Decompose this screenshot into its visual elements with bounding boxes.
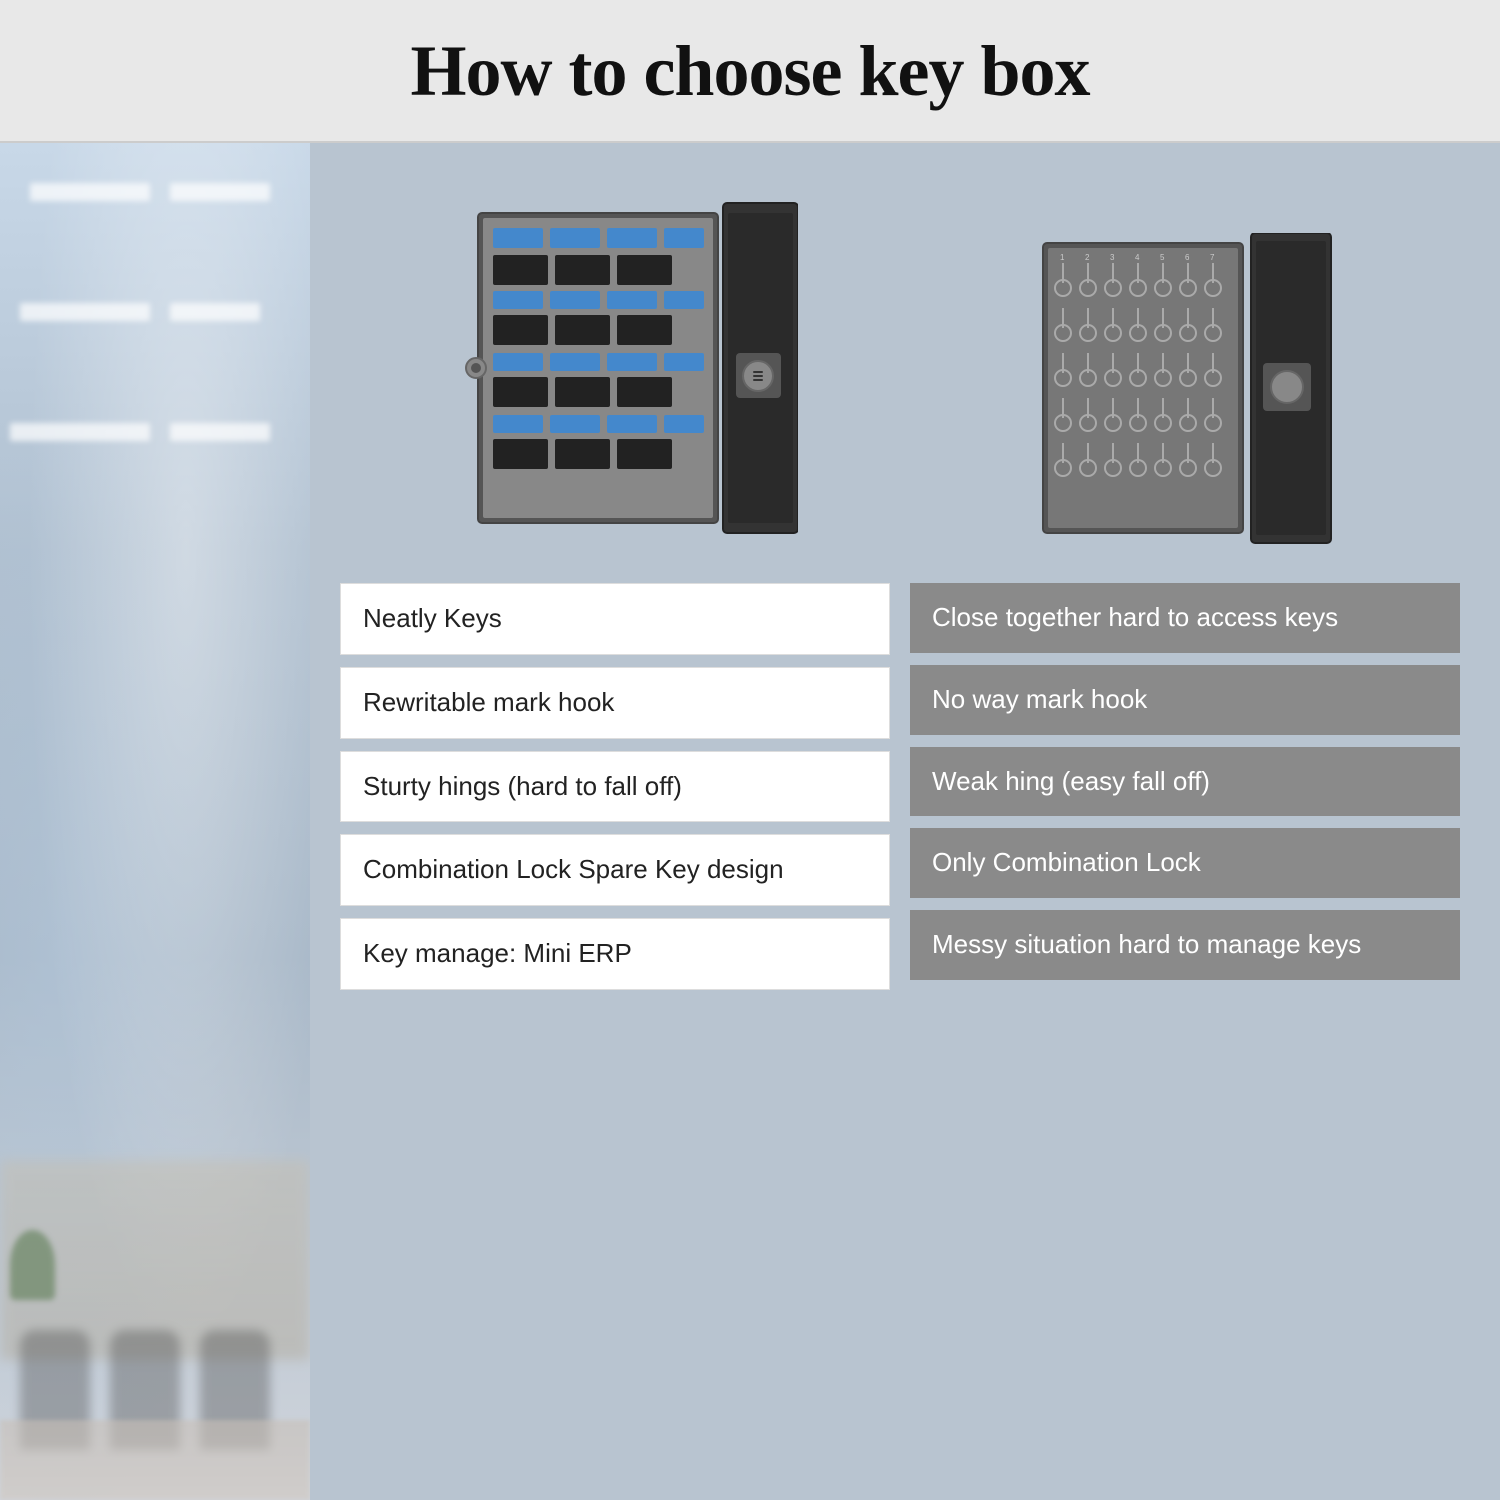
plant (10, 1230, 55, 1300)
page-title: How to choose key box (20, 30, 1480, 113)
bad-key-box-svg: 1 2 3 4 5 6 7 (1033, 233, 1343, 553)
ceiling-light-5 (10, 423, 150, 441)
bad-feature-2: No way mark hook (910, 665, 1460, 735)
bad-feature-5: Messy situation hard to manage keys (910, 910, 1460, 980)
good-feature-2: Rewritable mark hook (340, 667, 890, 739)
svg-text:3: 3 (1110, 253, 1115, 262)
page-wrapper: How to choose key box (0, 0, 1500, 1500)
bad-feature-1: Close together hard to access keys (910, 583, 1460, 653)
ceiling-light-6 (170, 423, 270, 441)
ceiling-light-4 (170, 303, 260, 321)
bad-feature-4: Only Combination Lock (910, 828, 1460, 898)
svg-text:1: 1 (1060, 253, 1065, 262)
ceiling-light-1 (30, 183, 150, 201)
svg-text:4: 4 (1135, 253, 1140, 262)
right-panel: 1 2 3 4 5 6 7 (310, 143, 1500, 1500)
office-photo (0, 143, 310, 1500)
svg-text:5: 5 (1160, 253, 1165, 262)
good-feature-1: Neatly Keys (340, 583, 890, 655)
key-boxes-row: 1 2 3 4 5 6 7 (340, 173, 1460, 553)
svg-text:6: 6 (1185, 253, 1190, 262)
main-content: 1 2 3 4 5 6 7 (0, 143, 1500, 1500)
header: How to choose key box (0, 0, 1500, 143)
svg-text:2: 2 (1085, 253, 1090, 262)
good-key-box (458, 193, 798, 553)
good-key-box-svg (458, 193, 798, 553)
bad-key-box: 1 2 3 4 5 6 7 (1033, 233, 1343, 553)
comparison-table: Neatly Keys Rewritable mark hook Sturty … (340, 583, 1460, 1470)
bad-feature-3: Weak hing (easy fall off) (910, 747, 1460, 817)
floor (0, 1420, 310, 1500)
svg-text:7: 7 (1210, 253, 1215, 262)
good-feature-3: Sturty hings (hard to fall off) (340, 751, 890, 823)
ceiling-light-2 (170, 183, 270, 201)
ceiling-light-3 (20, 303, 150, 321)
good-feature-4: Combination Lock Spare Key design (340, 834, 890, 906)
good-feature-5: Key manage: Mini ERP (340, 918, 890, 990)
bad-features-column: Close together hard to access keys No wa… (910, 583, 1460, 1470)
good-features-column: Neatly Keys Rewritable mark hook Sturty … (340, 583, 890, 1470)
